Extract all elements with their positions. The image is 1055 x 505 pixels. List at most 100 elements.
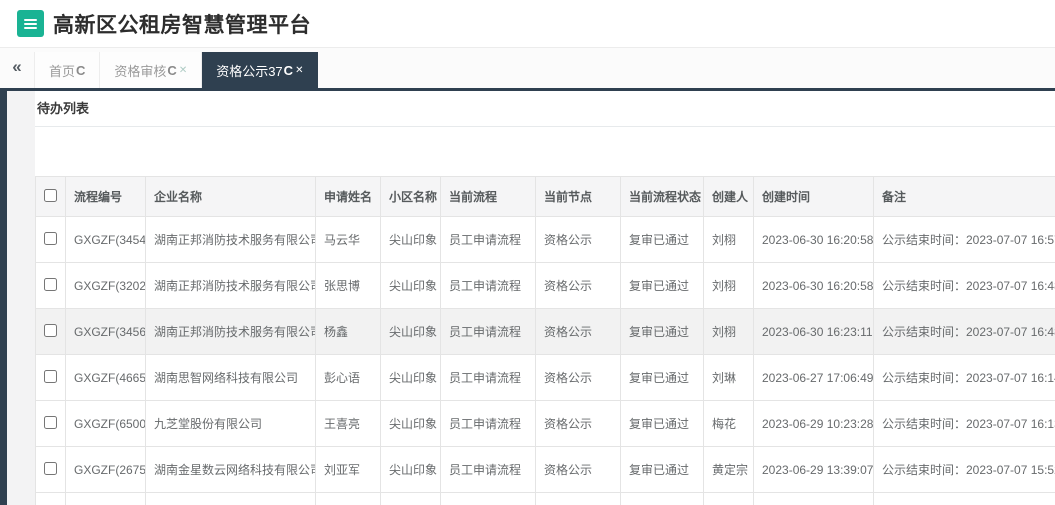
table-cell: 公示结束时间：2023-07-07 16:48:21 [873,308,1055,355]
select-all-header-cell [35,176,66,217]
table-cell: 公示结束时间：2023-07-07 16:48:30 [873,262,1055,309]
table-cell: 2023-06-27 17:06:49 [753,354,874,401]
tab-label: 首页 [49,63,76,79]
table-cell: 员工申请流程 [440,308,536,355]
column-header: 当前流程 [440,176,536,217]
table-cell: 复审已通过 [620,216,704,263]
table-cell: GXGZF(14642) [65,492,146,505]
table-cell: 杨鑫 [315,308,381,355]
column-header: 当前流程状态 [620,176,704,217]
tab-home[interactable]: 首页 C [34,52,101,88]
table-cell: 员工申请流程 [440,216,536,263]
table-cell: 2023-06-30 16:20:58 [753,216,874,263]
table-cell: 资格公示 [535,262,621,309]
row-select-cell [35,262,66,309]
row-select-cell [35,492,66,505]
table-cell: 尖山印象 [380,400,441,447]
close-icon[interactable]: ✕ [295,65,303,76]
table-cell: 2023-06-29 17:23:43 [753,492,874,505]
tab-qualification-publicity[interactable]: 资格公示37 C ✕ [202,52,319,88]
column-header: 小区名称 [380,176,441,217]
table-cell: 资格公示 [535,308,621,355]
column-header: 创建人 [703,176,754,217]
column-header: 企业名称 [145,176,316,217]
row-checkbox[interactable] [44,277,57,291]
table-row[interactable]: GXGZF(3456) 湖南正邦消防技术服务有限公司 杨鑫 尖山印象 员工申请流程 资格公… [35,308,1055,355]
table-cell: 2023-06-30 16:23:11 [753,308,874,355]
table-cell: 2023-06-30 16:20:58 [753,262,874,309]
table-cell: 员工申请流程 [440,262,536,309]
row-checkbox[interactable] [44,323,57,337]
table-cell: 资格公示 [535,400,621,447]
row-checkbox[interactable] [44,369,57,383]
table-cell: 黄定宗 [703,446,754,493]
table-row[interactable]: GXGZF(6500) 九芝堂股份有限公司 王喜亮 尖山印象 员工申请流程 资格公示 复审已… [35,400,1055,447]
table-cell: 公示结束时间：2023-07-07 16:57:47 [873,216,1055,263]
refresh-icon[interactable]: C [284,63,293,78]
table-cell: 湖南金星数云网络科技有限公司 [145,446,316,493]
table-cell: GXGZF(3202) [65,262,146,309]
table-cell: 复审已通过 [620,492,704,505]
table-cell: 刘亚军 [315,446,381,493]
collapse-tabs-icon[interactable]: « [0,48,34,88]
table-cell: 公示结束时间：2023-07-07 16:14:05 [873,354,1055,401]
table-cell: 张思博 [315,262,381,309]
column-header: 流程编号 [65,176,146,217]
table-cell: 王喜亮 [315,400,381,447]
table-cell: 复审已通过 [620,308,704,355]
row-select-cell [35,446,66,493]
table-cell: 复审已通过 [620,262,704,309]
table-cell: 2023-06-29 10:23:28 [753,400,874,447]
table-cell: GXGZF(2675) [65,446,146,493]
todo-table: 流程编号 企业名称 申请姓名 小区名称 当前流程 当前节点 当前流程状态 创建人 创建时间 备注 … [35,176,1055,505]
table-cell: GXGZF(6500) [65,400,146,447]
table-cell: 周畅 [703,492,754,505]
close-icon[interactable]: ✕ [179,65,187,76]
table-row[interactable]: GXGZF(3202) 湖南正邦消防技术服务有限公司 张思博 尖山印象 员工申请流程 资格… [35,262,1055,309]
table-cell: 肖映鸿 [315,492,381,505]
table-row[interactable]: GXGZF(4665) 湖南思智网络科技有限公司 彭心语 尖山印象 员工申请流程 资格公示… [35,354,1055,401]
select-all-checkbox[interactable] [44,188,57,202]
table-cell: 员工申请流程 [440,492,536,505]
table-cell: 尖山印象 [380,492,441,505]
table-row[interactable]: GXGZF(14642)湖南深信服科技有限公司肖映鸿尖山印象员工申请流程资格公示… [35,492,1055,505]
hamburger-bar [24,26,37,29]
table-cell: 公示结束时间：2023-07-07 16:13:50 [873,400,1055,447]
row-checkbox[interactable] [44,415,57,429]
table-cell: 湖南正邦消防技术服务有限公司 [145,216,316,263]
table-cell: 资格公示 [535,216,621,263]
table-cell: 刘栩 [703,308,754,355]
panel-heading: 待办列表 [35,91,1055,127]
tab-qualification-review[interactable]: 资格审核 C ✕ [100,52,203,88]
table-cell: 尖山印象 [380,308,441,355]
table-row[interactable]: GXGZF(3454) 湖南正邦消防技术服务有限公司 马云华 尖山印象 员工申请流程 资格… [35,216,1055,263]
hamburger-menu-icon[interactable] [17,10,44,37]
table-row[interactable]: GXGZF(2675) 湖南金星数云网络科技有限公司 刘亚军 尖山印象 员工申请流程 资格… [35,446,1055,493]
table-cell: 刘栩 [703,216,754,263]
top-bar: 高新区公租房智慧管理平台 [0,0,1055,48]
row-checkbox[interactable] [44,231,57,245]
table-cell: 尖山印象 [380,354,441,401]
column-header: 创建时间 [753,176,874,217]
table-cell: 彭心语 [315,354,381,401]
table-cell: 湖南深信服科技有限公司 [145,492,316,505]
table-cell: 梅花 [703,400,754,447]
table-cell: 尖山印象 [380,216,441,263]
row-checkbox[interactable] [44,461,57,475]
refresh-icon[interactable]: C [76,63,85,78]
row-select-cell [35,354,66,401]
table-cell: 资格公示 [535,446,621,493]
todo-panel: 待办列表 流程编号 企业名称 申请姓名 小区名称 当前流程 当前节点 当前流程状态 创建人 创建… [35,91,1055,505]
collapsed-sidebar-strip[interactable] [0,91,7,505]
table-body: GXGZF(3454) 湖南正邦消防技术服务有限公司 马云华 尖山印象 员工申请流程 资格… [35,216,1055,505]
row-select-cell [35,400,66,447]
column-header: 备注 [873,176,1055,217]
table-cell: 尖山印象 [380,446,441,493]
table-cell: 员工申请流程 [440,354,536,401]
hamburger-bar [24,22,37,25]
table-cell: 公示结束时间：2023-07-07 09:57:10 [873,492,1055,505]
tab-bar: « 首页 C 资格审核 C ✕ 资格公示37 C ✕ [0,48,1055,91]
refresh-icon[interactable]: C [167,63,176,78]
column-header: 当前节点 [535,176,621,217]
table-cell: 复审已通过 [620,446,704,493]
